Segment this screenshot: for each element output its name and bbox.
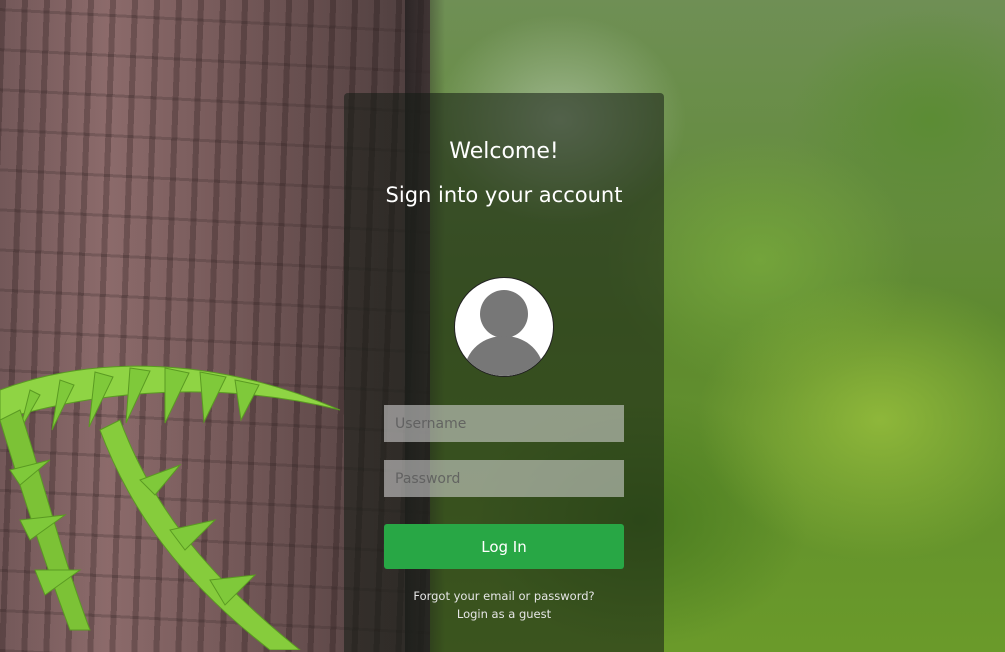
- page-title: Welcome!: [449, 139, 559, 164]
- user-silhouette-icon: [463, 290, 545, 376]
- background-scene: Welcome! Sign into your account Log In F…: [0, 0, 1005, 652]
- login-card: Welcome! Sign into your account Log In F…: [344, 93, 664, 652]
- forgot-password-link[interactable]: Forgot your email or password?: [344, 589, 664, 603]
- fern-leaves: [0, 365, 341, 650]
- login-button[interactable]: Log In: [384, 524, 624, 569]
- username-input[interactable]: [384, 405, 624, 442]
- page-subtitle: Sign into your account: [385, 183, 623, 207]
- guest-login-link[interactable]: Login as a guest: [344, 607, 664, 621]
- avatar: [454, 277, 554, 377]
- password-input[interactable]: [384, 460, 624, 497]
